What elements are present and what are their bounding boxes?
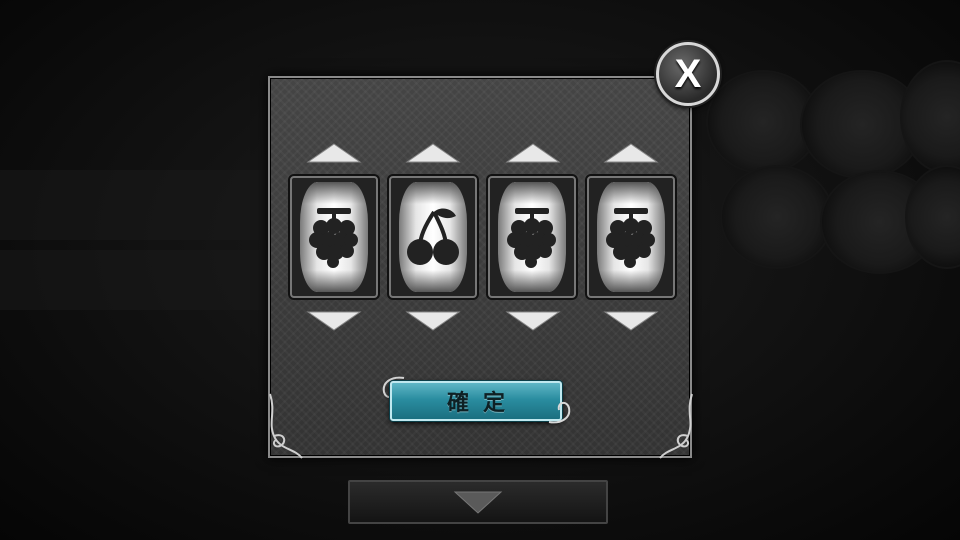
reel-4: [587, 176, 675, 298]
chevron-down-icon: [453, 491, 503, 514]
triangle-up-icon: [505, 143, 561, 163]
triangle-down-icon: [405, 311, 461, 331]
triangle-down-icon: [306, 311, 362, 331]
cherry-icon: [407, 208, 459, 265]
grape-icon: [507, 208, 556, 268]
triangle-up-icon: [306, 143, 362, 163]
grape-icon: [606, 208, 655, 268]
reel-3-down-button[interactable]: [505, 310, 561, 332]
close-button[interactable]: X: [656, 42, 720, 106]
ornament-bottom-right: [656, 392, 696, 468]
reel-3-up-button[interactable]: [505, 142, 561, 164]
confirm-button-label: 確定: [446, 391, 519, 416]
triangle-up-icon: [405, 143, 461, 163]
reel-1-down-button[interactable]: [306, 310, 362, 332]
reel-4-up-button[interactable]: [603, 142, 659, 164]
triangle-up-icon: [603, 143, 659, 163]
close-icon: X: [674, 51, 702, 96]
background-barrel: [720, 165, 834, 269]
confirm-button[interactable]: 確定: [390, 381, 562, 421]
grape-icon: [309, 208, 358, 268]
ornament-bottom-left: [266, 392, 306, 468]
reel-1-up-button[interactable]: [306, 142, 362, 164]
reel-1: [290, 176, 378, 298]
background-shelf: [0, 170, 270, 240]
reel-3: [488, 176, 576, 298]
scroll-down-button[interactable]: [348, 480, 608, 524]
triangle-down-icon: [505, 311, 561, 331]
reel-2-up-button[interactable]: [405, 142, 461, 164]
background-shelf: [0, 250, 270, 310]
reel-2-down-button[interactable]: [405, 310, 461, 332]
triangle-down-icon: [603, 311, 659, 331]
reel-2: [389, 176, 477, 298]
confirm-ornament-right: [545, 396, 575, 430]
reel-4-down-button[interactable]: [603, 310, 659, 332]
